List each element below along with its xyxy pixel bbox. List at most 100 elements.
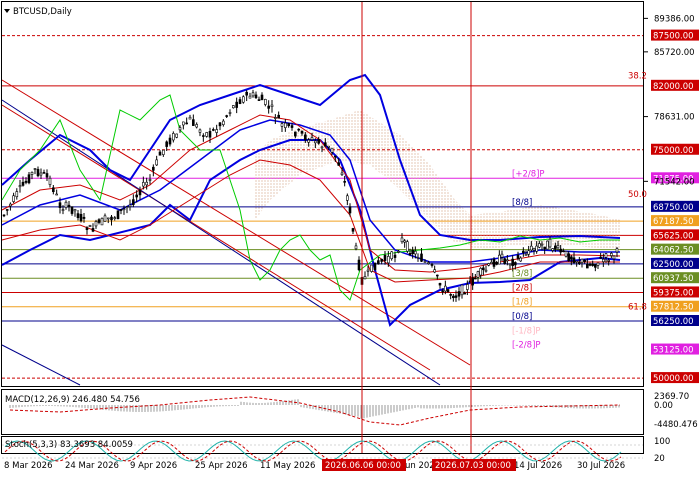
axis-tick-label: 71542.00	[654, 177, 695, 187]
candle-body	[5, 209, 9, 211]
candle-body	[300, 130, 304, 134]
candle-body	[119, 209, 123, 211]
price-level-label: 87500.00	[651, 29, 699, 42]
candle-body	[554, 245, 557, 250]
candle-body	[82, 216, 86, 219]
candle-body	[195, 124, 198, 128]
candle-body	[416, 257, 420, 259]
candle-body	[583, 259, 586, 262]
candle-body	[538, 243, 541, 248]
candle-body	[182, 121, 185, 126]
price-label-text: 75000.00	[653, 146, 694, 156]
candle[interactable]	[503, 257, 506, 265]
candle-body	[357, 259, 361, 271]
candle-body	[530, 245, 533, 251]
price-level-label: 75000.00	[651, 143, 699, 156]
candle-body	[2, 214, 6, 217]
candle-body	[580, 258, 584, 263]
candle-body	[420, 253, 423, 262]
candle-body	[343, 181, 346, 183]
candle[interactable]	[175, 133, 178, 139]
candle[interactable]	[373, 262, 377, 271]
candle-body	[607, 259, 610, 262]
candle-body	[334, 155, 337, 158]
candle-body	[58, 202, 62, 208]
candle-body	[400, 237, 404, 243]
candle-body	[351, 228, 355, 232]
candle-body	[479, 268, 482, 276]
candle[interactable]	[100, 217, 104, 226]
candle-body	[212, 129, 215, 131]
date-label: 8 Mar 2026	[4, 461, 52, 471]
candle-body	[294, 131, 297, 137]
candle-body	[24, 180, 28, 183]
candle-body	[474, 277, 477, 280]
candle-body	[192, 119, 195, 126]
murrey-label: [8/8]	[512, 198, 532, 208]
candle-body	[463, 292, 466, 295]
candle-body	[411, 249, 414, 255]
candle-body	[427, 262, 430, 264]
price-level-label: 56250.00	[651, 315, 699, 327]
candle-body	[155, 159, 158, 166]
candle-body	[132, 199, 135, 205]
candle-body	[67, 204, 71, 208]
candle-body	[457, 291, 461, 297]
candle-body	[556, 245, 560, 249]
candle-body	[122, 208, 126, 211]
chart-window[interactable]: 87500.0082000.0075000.0071875.0068750.00…	[0, 0, 700, 500]
candle-body	[12, 195, 15, 202]
candle-body	[225, 115, 228, 117]
candle[interactable]	[370, 264, 373, 273]
candle-body	[466, 284, 469, 290]
candle-body	[205, 132, 208, 137]
candle-body	[511, 258, 514, 266]
candle-body	[373, 262, 377, 271]
candle-body	[148, 179, 152, 181]
date-label-partial: un 202	[405, 461, 435, 471]
candle-body	[522, 250, 525, 253]
candle-body	[436, 274, 439, 277]
candle-body	[403, 240, 406, 243]
candle[interactable]	[116, 210, 120, 220]
price-level-label: 62500.00	[651, 257, 699, 270]
murrey-label: [-1/8]P	[512, 326, 541, 336]
candle-body	[145, 181, 148, 186]
fibo-level-label: 61.8	[628, 302, 647, 312]
candle-body	[76, 213, 80, 219]
candle-body	[85, 227, 89, 230]
candle-body	[185, 122, 188, 125]
candle-body	[578, 262, 581, 264]
candle-body	[540, 243, 544, 246]
candle-body	[363, 276, 367, 280]
candle[interactable]	[546, 240, 549, 250]
candle-body	[18, 185, 22, 188]
candle[interactable]	[446, 289, 450, 293]
candle-body	[548, 238, 552, 248]
candle-body	[532, 248, 536, 251]
macd-label: MACD(12,26,9) 246.480 54.756	[5, 395, 140, 405]
price-label-text: 65625.00	[653, 231, 694, 241]
candle-body	[33, 168, 37, 170]
price-label-text: 50000.00	[653, 374, 694, 384]
candle-body	[346, 195, 349, 201]
candle-body	[484, 269, 488, 272]
candle-body	[393, 254, 397, 258]
candle-body	[39, 172, 43, 176]
stoch-label: Stoch(5,3,3) 83.3693 84.0059	[5, 440, 133, 450]
price-label-text: 59375.00	[653, 288, 694, 298]
candle-body	[116, 210, 120, 220]
candle-body	[516, 254, 520, 259]
candle-body	[514, 262, 517, 266]
candle-body	[138, 190, 142, 196]
candle[interactable]	[242, 95, 245, 104]
candle-body	[551, 248, 554, 251]
highlighted-date-text: 2026.06.06 00:00	[325, 461, 401, 471]
candle[interactable]	[88, 224, 92, 227]
candle-body	[508, 263, 512, 266]
candle-body	[327, 145, 330, 148]
candle-body	[106, 217, 110, 220]
candle[interactable]	[406, 239, 409, 254]
candle-body	[414, 250, 417, 255]
price-label-text: 62500.00	[653, 260, 694, 270]
